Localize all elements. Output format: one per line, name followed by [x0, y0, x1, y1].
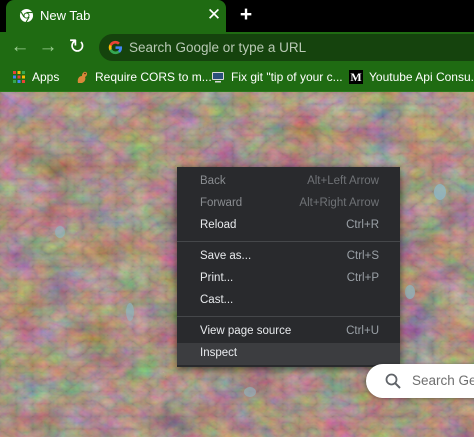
tab-new-tab[interactable]: New Tab ✕ — [6, 0, 226, 32]
menu-item-shortcut: Alt+Left Arrow — [307, 175, 379, 187]
chrome-icon — [19, 8, 34, 23]
page-search-box[interactable]: Search Ge — [366, 364, 474, 398]
tab-title: New Tab — [40, 8, 91, 23]
page-search-placeholder: Search Ge — [412, 373, 474, 388]
menu-item-forward[interactable]: Forward Alt+Right Arrow — [177, 193, 400, 215]
menu-item-label: Print... — [200, 272, 234, 284]
menu-separator — [177, 241, 400, 242]
menu-separator — [177, 316, 400, 317]
browser-window: New Tab ✕ + ← → ↻ Search Google or type … — [0, 0, 474, 437]
menu-item-label: Back — [200, 175, 226, 187]
monitor-icon — [212, 72, 224, 83]
bookmarks-bar: Apps Require CORS to m... Fix git "tip o… — [0, 62, 474, 92]
menu-item-back[interactable]: Back Alt+Left Arrow — [177, 171, 400, 193]
menu-item-save-as[interactable]: Save as... Ctrl+S — [177, 246, 400, 268]
bookmark-label: Apps — [32, 70, 60, 84]
bookmark-youtube-api[interactable]: M Youtube Api Consu... — [349, 69, 474, 85]
apps-grid-icon — [13, 71, 25, 83]
menu-item-shortcut: Alt+Right Arrow — [299, 197, 379, 209]
menu-item-shortcut: Ctrl+R — [346, 219, 379, 231]
bookmark-label: Youtube Api Consu... — [369, 70, 474, 84]
menu-item-shortcut: Ctrl+P — [346, 272, 379, 284]
search-icon — [385, 373, 401, 389]
bookmark-apps[interactable]: Apps — [12, 69, 59, 85]
squirrel-icon — [77, 71, 88, 83]
omnibox-placeholder: Search Google or type a URL — [129, 40, 307, 55]
menu-item-label: Cast... — [200, 294, 234, 306]
menu-item-label: View page source — [200, 325, 292, 337]
new-tab-button[interactable]: + — [236, 4, 256, 25]
tab-strip: New Tab ✕ + — [0, 0, 474, 32]
medium-m-icon: M — [349, 70, 363, 84]
bookmark-label: Fix git "tip of your c... — [231, 70, 343, 84]
menu-item-label: Inspect — [200, 347, 238, 359]
close-icon[interactable]: ✕ — [205, 6, 223, 24]
menu-item-shortcut: Ctrl+S — [346, 250, 379, 262]
menu-item-print[interactable]: Print... Ctrl+P — [177, 268, 400, 290]
reload-icon[interactable]: ↻ — [66, 36, 88, 58]
bookmark-fix-git[interactable]: Fix git "tip of your c... — [211, 69, 343, 85]
menu-item-label: Save as... — [200, 250, 252, 262]
google-g-icon — [108, 40, 123, 55]
menu-item-shortcut: Ctrl+U — [346, 325, 379, 337]
menu-item-label: Forward — [200, 197, 243, 209]
bookmark-label: Require CORS to m... — [95, 70, 212, 84]
menu-item-reload[interactable]: Reload Ctrl+R — [177, 215, 400, 237]
omnibox[interactable]: Search Google or type a URL — [99, 34, 474, 61]
bookmark-require-cors[interactable]: Require CORS to m... — [75, 69, 212, 85]
menu-item-label: Reload — [200, 219, 237, 231]
toolbar: ← → ↻ Search Google or type a URL — [0, 32, 474, 62]
forward-arrow-icon[interactable]: → — [37, 36, 59, 58]
menu-item-view-page-source[interactable]: View page source Ctrl+U — [177, 321, 400, 343]
menu-item-cast[interactable]: Cast... — [177, 290, 400, 312]
back-arrow-icon[interactable]: ← — [9, 36, 31, 58]
menu-item-inspect[interactable]: Inspect — [177, 343, 400, 365]
context-menu: Back Alt+Left Arrow Forward Alt+Right Ar… — [177, 167, 400, 367]
